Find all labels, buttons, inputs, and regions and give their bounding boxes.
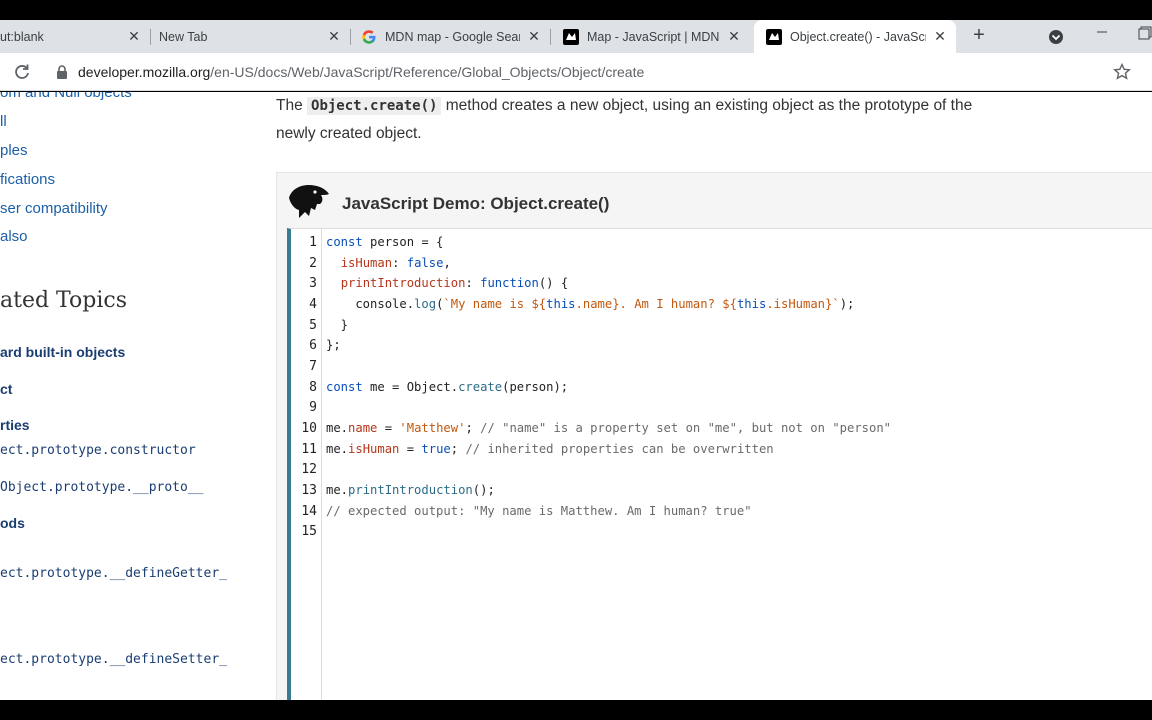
sidebar-method-define-getter[interactable]: ect.prototype.__defineGetter_ — [0, 566, 227, 581]
sidebar-link-specifications[interactable]: fications — [0, 171, 55, 188]
intro-code: Object.create() — [307, 97, 442, 115]
line-number: 1 — [309, 235, 317, 250]
line-number: 5 — [309, 318, 317, 333]
lock-icon[interactable] — [56, 65, 68, 79]
sidebar-link-null-objects[interactable]: om and Null objects — [0, 92, 132, 101]
sidebar-object-link[interactable]: ct — [0, 381, 12, 397]
tab-title: MDN map - Google Search — [385, 29, 520, 44]
code-line: // expected output: "My name is Matthew.… — [326, 504, 752, 518]
line-number: 14 — [301, 504, 317, 519]
interactive-demo: JavaScript Demo: Object.create() 1 2 3 4… — [276, 172, 1152, 700]
line-number: 12 — [301, 462, 317, 477]
bookmark-star-icon[interactable] — [1112, 62, 1132, 82]
line-number: 2 — [309, 256, 317, 271]
code-area[interactable]: const person = { isHuman: false, printIn… — [326, 229, 1146, 700]
sidebar: om and Null objects ll ples fications se… — [0, 92, 276, 700]
browser-toolbar: developer.mozilla.org/en-US/docs/Web/Jav… — [0, 53, 1152, 91]
intro-paragraph: The Object.create() method creates a new… — [276, 92, 1016, 148]
new-tab-button[interactable]: + — [968, 24, 990, 46]
code-line: const me = Object.create(person); — [326, 380, 569, 394]
sidebar-methods-heading[interactable]: ods — [0, 515, 25, 531]
sidebar-standard-built-in-objects[interactable]: ard built-in objects — [0, 344, 125, 360]
url-path: /en-US/docs/Web/JavaScript/Reference/Glo… — [210, 64, 645, 80]
line-number: 6 — [309, 338, 317, 353]
code-line: me.isHuman = true; // inherited properti… — [326, 442, 774, 456]
tab-title: ut:blank — [0, 29, 44, 44]
sidebar-method-define-setter[interactable]: ect.prototype.__defineSetter_ — [0, 652, 227, 667]
line-number: 13 — [301, 483, 317, 498]
demo-header: JavaScript Demo: Object.create() — [277, 173, 1152, 229]
tab-google-search[interactable]: MDN map - Google Search ✕ — [351, 20, 550, 53]
code-line: console.log(`My name is ${this.name}. Am… — [326, 297, 855, 311]
tab-title: New Tab — [159, 29, 208, 44]
google-icon — [361, 29, 377, 45]
line-number: 4 — [309, 297, 317, 312]
tab-close-icon[interactable]: ✕ — [126, 28, 142, 45]
tab-close-icon[interactable]: ✕ — [526, 28, 542, 45]
sidebar-link-see-also[interactable]: also — [0, 228, 28, 245]
tab-title: Map - JavaScript | MDN — [587, 29, 720, 44]
sidebar-link-examples[interactable]: ples — [0, 142, 28, 159]
address-bar[interactable]: developer.mozilla.org/en-US/docs/Web/Jav… — [78, 64, 644, 80]
code-line: isHuman: false, — [340, 256, 451, 270]
page-viewport: om and Null objects ll ples fications se… — [0, 92, 1152, 700]
mdn-icon — [766, 28, 782, 45]
code-line: printIntroduction: function() { — [340, 276, 569, 290]
main-content: The Object.create() method creates a new… — [276, 92, 1152, 700]
line-number: 7 — [309, 359, 317, 374]
tab-search-icon[interactable] — [1046, 27, 1066, 47]
sidebar-properties-heading[interactable]: rties — [0, 417, 30, 433]
tab-object-create[interactable]: Object.create() - JavaScript | MDN ✕ — [754, 20, 956, 53]
line-number: 9 — [309, 400, 317, 415]
restore-window-icon[interactable] — [1138, 26, 1152, 40]
mdn-icon — [563, 28, 579, 45]
code-line: } — [326, 318, 349, 332]
code-editor[interactable]: 1 2 3 4 5 6 7 8 9 10 11 12 13 14 15 cons… — [287, 228, 1152, 700]
line-number: 15 — [301, 524, 317, 539]
intro-prefix: The — [276, 97, 308, 114]
sidebar-link-polyfill[interactable]: ll — [0, 113, 7, 130]
code-line: me.name = 'Matthew'; // "name" is a prop… — [326, 421, 892, 435]
tab-title: Object.create() - JavaScript | MDN — [790, 29, 926, 44]
window-top-bar — [0, 0, 1152, 20]
reload-icon[interactable] — [12, 62, 32, 82]
line-number-gutter: 1 2 3 4 5 6 7 8 9 10 11 12 13 14 15 — [291, 229, 322, 700]
code-line: const person = { — [326, 235, 444, 249]
line-number: 11 — [301, 442, 317, 457]
line-number: 3 — [309, 276, 317, 291]
sidebar-link-browser-compatibility[interactable]: ser compatibility — [0, 200, 108, 217]
tab-close-icon[interactable]: ✕ — [326, 28, 342, 45]
demo-title: JavaScript Demo: Object.create() — [342, 194, 610, 213]
window-bottom-bar — [0, 700, 1152, 720]
line-number: 8 — [309, 380, 317, 395]
tab-new-tab[interactable]: New Tab ✕ — [151, 20, 350, 53]
code-line: me.printIntroduction(); — [326, 483, 495, 497]
code-line: }; — [326, 338, 341, 352]
tab-close-icon[interactable]: ✕ — [726, 28, 742, 45]
line-number: 10 — [301, 421, 317, 436]
related-topics-heading: ated Topics — [0, 288, 127, 313]
mdn-dinosaur-logo-icon — [287, 182, 331, 220]
sidebar-prop-constructor[interactable]: ect.prototype.constructor — [0, 443, 196, 458]
minimize-icon[interactable] — [1094, 24, 1110, 40]
tab-blank[interactable]: ut:blank ✕ — [0, 20, 150, 53]
tab-close-icon[interactable]: ✕ — [932, 28, 948, 45]
sidebar-prop-proto[interactable]: Object.prototype.__proto__ — [0, 480, 204, 495]
tab-mdn-map[interactable]: Map - JavaScript | MDN ✕ — [551, 20, 750, 53]
url-host: developer.mozilla.org — [78, 64, 211, 80]
